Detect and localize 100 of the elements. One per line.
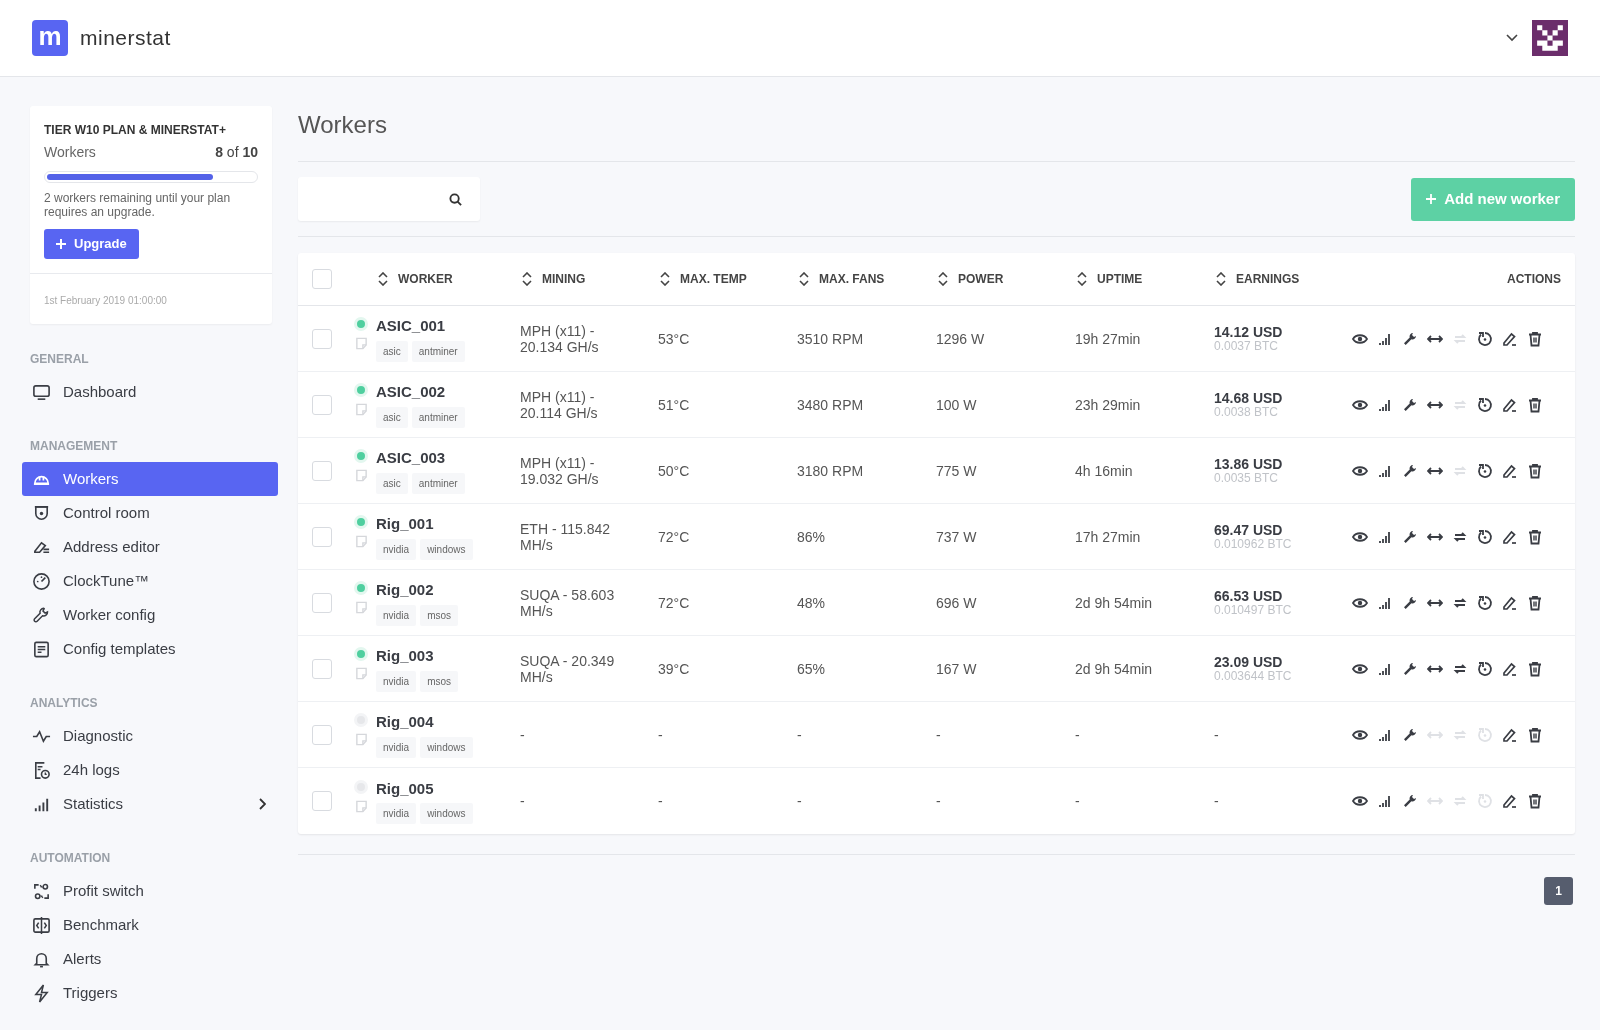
nav-item[interactable]: Statistics xyxy=(22,787,278,821)
checkbox[interactable] xyxy=(312,328,332,349)
nav-item[interactable]: Profit switch xyxy=(22,874,278,908)
trash-icon[interactable] xyxy=(1527,396,1543,413)
column-header[interactable]: MAX. TEMP xyxy=(680,270,747,288)
pencil-icon[interactable] xyxy=(1502,528,1518,545)
restart-icon[interactable] xyxy=(1477,594,1493,611)
trash-icon[interactable] xyxy=(1527,594,1543,611)
wrench-icon[interactable] xyxy=(1402,594,1418,611)
column-header[interactable]: EARNINGS xyxy=(1236,270,1300,288)
sort-icon[interactable] xyxy=(799,272,809,286)
section-heading: AUTOMATION xyxy=(29,850,112,867)
eye-icon[interactable] xyxy=(1352,793,1368,809)
pencil-icon[interactable] xyxy=(1502,594,1518,611)
max-fans: - xyxy=(797,726,803,743)
uptime: 2d 9h 54min xyxy=(1075,594,1154,611)
brand-name[interactable]: minerstat xyxy=(80,22,171,54)
logo-mark[interactable]: m xyxy=(32,20,68,56)
upgrade-button[interactable]: Upgrade xyxy=(44,229,139,259)
earnings-btc: 0.010962 BTC xyxy=(1214,538,1293,551)
worker-tag: asic xyxy=(376,340,408,362)
nav-item[interactable]: Alerts xyxy=(22,942,278,976)
nav-item[interactable]: Workers xyxy=(22,462,278,496)
worker-tag: nvidia xyxy=(376,803,417,825)
wrench-icon[interactable] xyxy=(1402,528,1418,545)
checkbox[interactable] xyxy=(312,791,332,811)
restart-icon[interactable] xyxy=(1477,528,1493,545)
checkbox[interactable] xyxy=(312,526,332,547)
chevron-down-icon[interactable] xyxy=(1506,34,1518,42)
search-icon[interactable] xyxy=(449,192,462,206)
wrench-icon[interactable] xyxy=(1402,793,1418,809)
restart-icon[interactable] xyxy=(1477,462,1493,479)
trash-icon[interactable] xyxy=(1527,660,1543,677)
earnings-usd: - xyxy=(1214,726,1220,743)
nav-item[interactable]: Triggers xyxy=(22,976,278,1010)
log-clock-icon xyxy=(32,760,51,780)
sort-icon[interactable] xyxy=(522,272,532,286)
worker-name[interactable]: Rig_002 xyxy=(376,579,459,602)
worker-name[interactable]: ASIC_001 xyxy=(376,315,465,338)
trash-icon[interactable] xyxy=(1527,330,1543,347)
mining-info: SUQA - 58.603 MH/s xyxy=(520,586,616,619)
sort-icon[interactable] xyxy=(1077,272,1087,286)
workers-label: Workers xyxy=(44,143,96,162)
column-header[interactable]: MAX. FANS xyxy=(819,270,885,288)
trash-icon[interactable] xyxy=(1527,528,1543,545)
wrench-icon[interactable] xyxy=(1402,462,1418,479)
nav-item[interactable]: Worker config xyxy=(22,598,278,632)
sort-icon[interactable] xyxy=(1216,272,1226,286)
worker-name[interactable]: Rig_003 xyxy=(376,645,459,668)
pencil-icon[interactable] xyxy=(1502,462,1518,479)
sort-icon[interactable] xyxy=(378,272,388,286)
nav-item[interactable]: Diagnostic xyxy=(22,719,278,753)
pencil-icon[interactable] xyxy=(1502,726,1518,743)
nav-item[interactable]: Dashboard xyxy=(22,375,278,409)
nav-item[interactable]: Benchmark xyxy=(22,908,278,942)
pencil-icon[interactable] xyxy=(1502,396,1518,413)
avatar-icon[interactable] xyxy=(1532,20,1568,56)
nav-item[interactable]: ClockTune™ xyxy=(22,564,278,598)
column-header[interactable]: POWER xyxy=(958,270,1004,288)
worker-name[interactable]: ASIC_003 xyxy=(376,447,465,470)
column-header[interactable]: UPTIME xyxy=(1097,270,1143,288)
worker-name[interactable]: Rig_001 xyxy=(376,513,473,536)
earnings-usd: - xyxy=(1214,793,1220,809)
power-draw: 1296 W xyxy=(936,330,986,347)
pencil-icon[interactable] xyxy=(1502,793,1518,809)
column-header[interactable]: WORKER xyxy=(398,270,453,288)
trash-icon[interactable] xyxy=(1527,462,1543,479)
checkbox[interactable] xyxy=(312,460,332,481)
wrench-icon[interactable] xyxy=(1402,396,1418,413)
page-button[interactable]: 1 xyxy=(1544,877,1573,905)
restart-icon[interactable] xyxy=(1477,330,1493,347)
restart-icon[interactable] xyxy=(1477,660,1493,677)
trash-icon[interactable] xyxy=(1527,793,1543,809)
earnings-btc: 0.003644 BTC xyxy=(1214,670,1293,683)
pencil-icon[interactable] xyxy=(1502,330,1518,347)
worker-name[interactable]: Rig_005 xyxy=(376,777,473,801)
checkbox[interactable] xyxy=(312,658,332,679)
checkbox[interactable] xyxy=(312,592,332,613)
worker-tag: msos xyxy=(420,670,459,692)
trash-icon[interactable] xyxy=(1527,726,1543,743)
checkbox[interactable] xyxy=(312,394,332,415)
checkbox[interactable] xyxy=(312,269,332,289)
worker-name[interactable]: ASIC_002 xyxy=(376,381,465,404)
wrench-icon[interactable] xyxy=(1402,330,1418,347)
nav-item[interactable]: 24h logs xyxy=(22,753,278,787)
checkbox[interactable] xyxy=(312,724,332,745)
nav-item[interactable]: Config templates xyxy=(22,632,278,666)
wrench-icon[interactable] xyxy=(1402,660,1418,677)
column-header[interactable]: MINING xyxy=(542,270,586,288)
nav-item[interactable]: Control room xyxy=(22,496,278,530)
uptime: - xyxy=(1075,726,1081,743)
pencil-icon[interactable] xyxy=(1502,660,1518,677)
search-field[interactable] xyxy=(298,177,480,221)
signal-bars-icon[interactable] xyxy=(1377,793,1393,809)
sort-icon[interactable] xyxy=(938,272,948,286)
wrench-icon[interactable] xyxy=(1402,726,1418,743)
sort-icon[interactable] xyxy=(660,272,670,286)
nav-item[interactable]: Address editor xyxy=(22,530,278,564)
restart-icon[interactable] xyxy=(1477,396,1493,413)
worker-name[interactable]: Rig_004 xyxy=(376,711,473,734)
